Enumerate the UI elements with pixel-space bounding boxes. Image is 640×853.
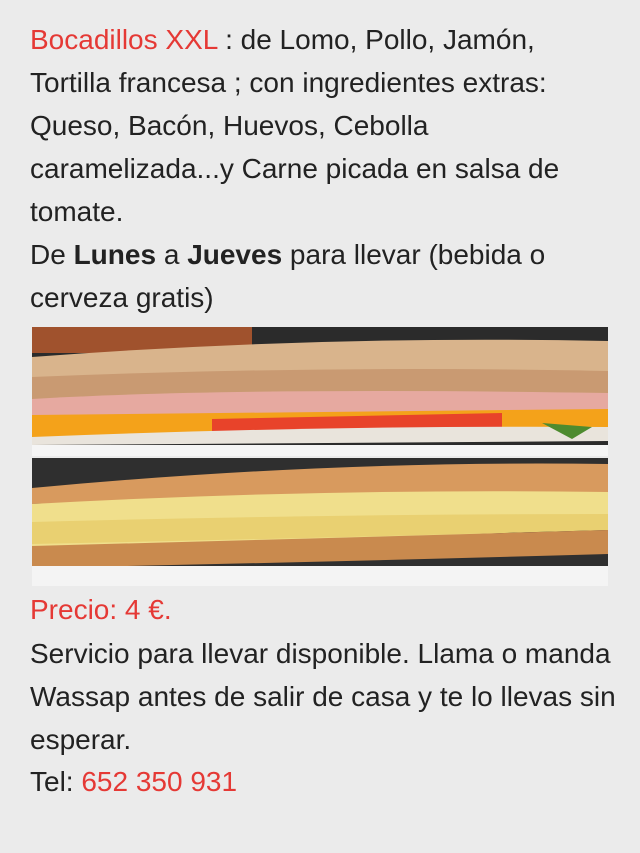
tel-label: Tel:: [30, 766, 82, 797]
product-title: Bocadillos XXL: [30, 24, 218, 55]
phone-link[interactable]: 652 350 931: [81, 766, 237, 797]
post-content: Bocadillos XXL : de Lomo, Pollo, Jamón, …: [0, 0, 640, 853]
day-to: Jueves: [187, 239, 283, 270]
availability-paragraph: De Lunes a Jueves para llevar (bebida o …: [30, 233, 620, 319]
sandwich-photo-ham-cheese: [32, 327, 608, 456]
days-middle: a: [156, 239, 188, 270]
intro-paragraph: Bocadillos XXL : de Lomo, Pollo, Jamón, …: [30, 18, 620, 233]
price-label: Precio: 4 €.: [30, 594, 172, 625]
day-from: Lunes: [73, 239, 157, 270]
contact-line: Tel: 652 350 931: [30, 760, 620, 803]
service-paragraph: Servicio para llevar disponible. Llama o…: [30, 638, 616, 755]
sandwich-photo-omelette: [32, 458, 608, 586]
days-prefix: De: [30, 239, 74, 270]
